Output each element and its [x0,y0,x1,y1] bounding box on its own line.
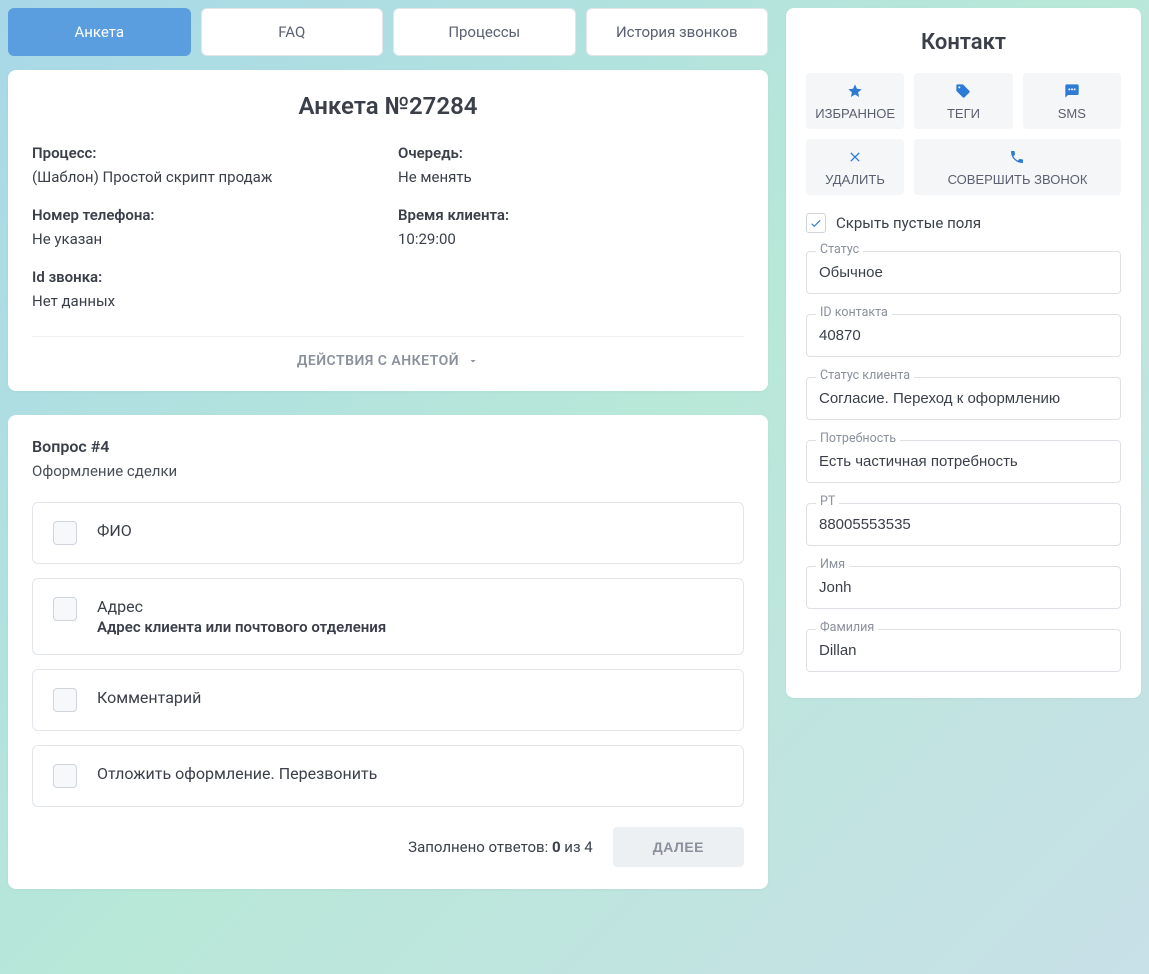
tab-processes[interactable]: Процессы [393,8,576,56]
anketa-actions-label: ДЕЙСТВИЯ С АНКЕТОЙ [297,353,459,369]
chat-icon [1064,83,1080,102]
contact-card: Контакт ИЗБРАННОЕ ТЕГИ [786,8,1141,698]
action-label: СОВЕРШИТЬ ЗВОНОК [948,172,1088,187]
tab-faq[interactable]: FAQ [201,8,384,56]
call-id-label: Id звонка: [32,268,378,286]
option-label: Комментарий [97,688,201,707]
process-value: (Шаблон) Простой скрипт продаж [32,168,378,186]
question-number: Вопрос #4 [32,437,744,456]
anketa-title: Анкета №27284 [32,92,744,120]
tab-anketa[interactable]: Анкета [8,8,191,56]
anketa-card: Анкета №27284 Процесс: (Шаблон) Простой … [8,70,768,391]
star-icon [847,83,863,102]
checkbox[interactable] [53,521,77,545]
checkbox-checked-icon [806,213,826,233]
client-status-field[interactable] [806,377,1121,420]
hide-empty-label: Скрыть пустые поля [836,214,981,232]
field-label-name: Имя [816,557,849,572]
action-label: ТЕГИ [947,106,980,121]
checkbox[interactable] [53,688,77,712]
question-card: Вопрос #4 Оформление сделки ФИО Адрес Ад… [8,415,768,889]
contact-title: Контакт [806,30,1121,55]
tabs-bar: Анкета FAQ Процессы История звонков [8,8,768,56]
tab-call-history[interactable]: История звонков [586,8,769,56]
field-label-client-status: Статус клиента [816,368,914,383]
option-address[interactable]: Адрес Адрес клиента или почтового отделе… [32,578,744,655]
field-label-need: Потребность [816,431,900,446]
make-call-button[interactable]: СОВЕРШИТЬ ЗВОНОК [914,139,1121,195]
option-comment[interactable]: Комментарий [32,669,744,731]
process-label: Процесс: [32,144,378,162]
field-label-rt: РТ [816,494,839,509]
action-label: ИЗБРАННОЕ [815,106,895,121]
queue-label: Очередь: [398,144,744,162]
queue-value: Не менять [398,168,744,186]
filled-answers-label: Заполнено ответов: 0 из 4 [408,838,593,856]
favorite-button[interactable]: ИЗБРАННОЕ [806,73,904,129]
question-subtitle: Оформление сделки [32,462,744,480]
tags-button[interactable]: ТЕГИ [914,73,1012,129]
surname-field[interactable] [806,629,1121,672]
action-label: SMS [1058,106,1086,121]
option-label: ФИО [97,521,132,540]
client-time-label: Время клиента: [398,206,744,224]
phone-label: Номер телефона: [32,206,378,224]
chevron-down-icon [467,355,479,367]
option-label: Адрес [97,597,386,616]
phone-value: Не указан [32,230,378,248]
next-button[interactable]: ДАЛЕЕ [613,827,744,867]
anketa-actions-toggle[interactable]: ДЕЙСТВИЯ С АНКЕТОЙ [32,336,744,369]
field-label-status: Статус [816,242,863,257]
tag-icon [955,83,971,102]
contact-id-field[interactable] [806,314,1121,357]
option-label: Отложить оформление. Перезвонить [97,764,377,783]
option-fio[interactable]: ФИО [32,502,744,564]
option-postpone[interactable]: Отложить оформление. Перезвонить [32,745,744,807]
close-icon [847,149,863,168]
name-field[interactable] [806,566,1121,609]
field-label-contact-id: ID контакта [816,305,892,320]
rt-field[interactable] [806,503,1121,546]
option-hint: Адрес клиента или почтового отделения [97,618,386,636]
hide-empty-toggle[interactable]: Скрыть пустые поля [806,213,1121,233]
delete-button[interactable]: УДАЛИТЬ [806,139,904,195]
client-time-value: 10:29:00 [398,230,744,248]
need-field[interactable] [806,440,1121,483]
phone-icon [1009,149,1025,168]
action-label: УДАЛИТЬ [825,172,885,187]
field-label-surname: Фамилия [816,620,878,635]
sms-button[interactable]: SMS [1023,73,1121,129]
checkbox[interactable] [53,764,77,788]
status-field[interactable] [806,251,1121,294]
checkbox[interactable] [53,597,77,621]
call-id-value: Нет данных [32,292,378,310]
